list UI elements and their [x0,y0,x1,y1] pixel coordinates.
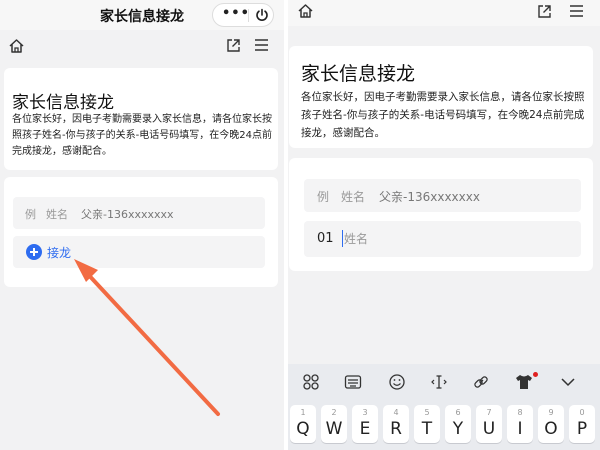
left-phone-screen: 家长信息接龙 ••• 家长信息接龙 各位家长好，因电子考勤需要录入家长信息，请各… [0,0,284,450]
link-icon[interactable] [472,373,490,391]
key-digit: 2 [331,408,337,417]
key-letter: E [359,419,371,439]
card-title: 家长信息接龙 [301,63,416,85]
skin-icon[interactable] [515,373,533,391]
key-u[interactable]: 7 U [476,405,502,443]
home-icon[interactable] [297,3,314,19]
add-entry-label: 接龙 [47,246,72,260]
page-toolbar [288,0,600,26]
power-icon[interactable] [254,7,270,23]
key-letter: P [576,419,588,439]
example-placeholder: 姓名 [341,190,366,204]
key-digit: 4 [393,408,399,417]
key-digit: 6 [455,408,461,417]
name-input[interactable] [344,228,544,249]
key-letter: U [482,419,496,439]
key-letter: T [421,419,433,439]
key-letter: W [325,419,343,439]
key-digit: 1 [300,408,306,417]
example-text: 父亲-136xxxxxxx [379,190,480,204]
key-i[interactable]: 8 I [507,405,533,443]
key-q[interactable]: 1 Q [290,405,316,443]
text-cursor [342,230,343,247]
example-row: 例 姓名 父亲-136xxxxxxx [304,179,581,212]
key-letter: O [544,419,558,439]
key-digit: 8 [517,408,523,417]
key-letter: Q [296,419,310,439]
share-icon[interactable] [226,38,241,53]
example-label: 例 [25,208,36,221]
miniprogram-capsule: ••• [212,3,274,27]
key-digit: 0 [579,408,585,417]
card-description: 各位家长好，因电子考勤需要录入家长信息，请各位家长按照孩子姓名-你与孩子的关系-… [12,114,272,157]
grid-icon[interactable] [302,373,320,391]
key-w[interactable]: 2 W [321,405,347,443]
example-text: 父亲-136xxxxxxx [81,208,174,221]
entry-number: 01 [317,231,334,246]
keyboard-row-qwerty: 1 Q 2 W 3 E 4 R 5 T 6 Y 7 U 8 I 9 O 0 P [288,402,600,450]
cursor-icon[interactable] [430,373,448,391]
entry-card: 例 姓名 父亲-136xxxxxxx 01 [289,158,593,271]
right-phone-screen: 家长信息接龙 各位家长好，因电子考勤需要录入家长信息，请各位家长按照孩子姓名-你… [288,0,600,450]
key-r[interactable]: 4 R [383,405,409,443]
entry-card: 例 姓名 父亲-136xxxxxxx 接龙 [4,177,278,287]
key-o[interactable]: 9 O [538,405,564,443]
example-label: 例 [317,190,330,204]
capsule-divider [248,9,249,22]
add-entry-button[interactable]: 接龙 [13,236,265,268]
key-letter: R [390,419,402,439]
menu-icon[interactable] [569,4,584,18]
key-letter: I [517,419,523,439]
keyboard-toolbar [288,364,600,400]
key-letter: Y [452,419,464,439]
soft-keyboard: 1 Q 2 W 3 E 4 R 5 T 6 Y 7 U 8 I 9 O 0 P [288,364,600,450]
key-digit: 7 [486,408,492,417]
plus-circle-icon [26,244,42,260]
menu-icon[interactable] [254,38,269,52]
share-icon[interactable] [537,4,552,19]
more-options-button[interactable]: ••• [222,6,250,21]
miniprogram-navbar: 家长信息接龙 ••• [0,0,284,30]
entry-row[interactable]: 01 [304,221,581,257]
example-placeholder: 姓名 [46,208,68,221]
notification-dot [533,372,538,377]
card-title: 家长信息接龙 [12,93,114,113]
intro-card: 家长信息接龙 各位家长好，因电子考勤需要录入家长信息，请各位家长按照孩子姓名-你… [4,68,278,170]
key-digit: 5 [424,408,430,417]
key-t[interactable]: 5 T [414,405,440,443]
home-icon[interactable] [8,38,25,54]
page-toolbar [0,30,284,60]
key-digit: 9 [548,408,554,417]
intro-card: 家长信息接龙 各位家长好，因电子考勤需要录入家长信息，请各位家长按照孩子姓名-你… [289,46,593,148]
keyboard-icon[interactable] [344,373,362,391]
emoji-icon[interactable] [388,373,406,391]
chevron-down-icon[interactable] [559,373,577,391]
card-description: 各位家长好，因电子考勤需要录入家长信息，请各位家长按照孩子姓名-你与孩子的关系-… [301,91,585,139]
key-digit: 3 [362,408,368,417]
key-p[interactable]: 0 P [569,405,595,443]
key-e[interactable]: 3 E [352,405,378,443]
key-y[interactable]: 6 Y [445,405,471,443]
example-row: 例 姓名 父亲-136xxxxxxx [13,197,265,229]
